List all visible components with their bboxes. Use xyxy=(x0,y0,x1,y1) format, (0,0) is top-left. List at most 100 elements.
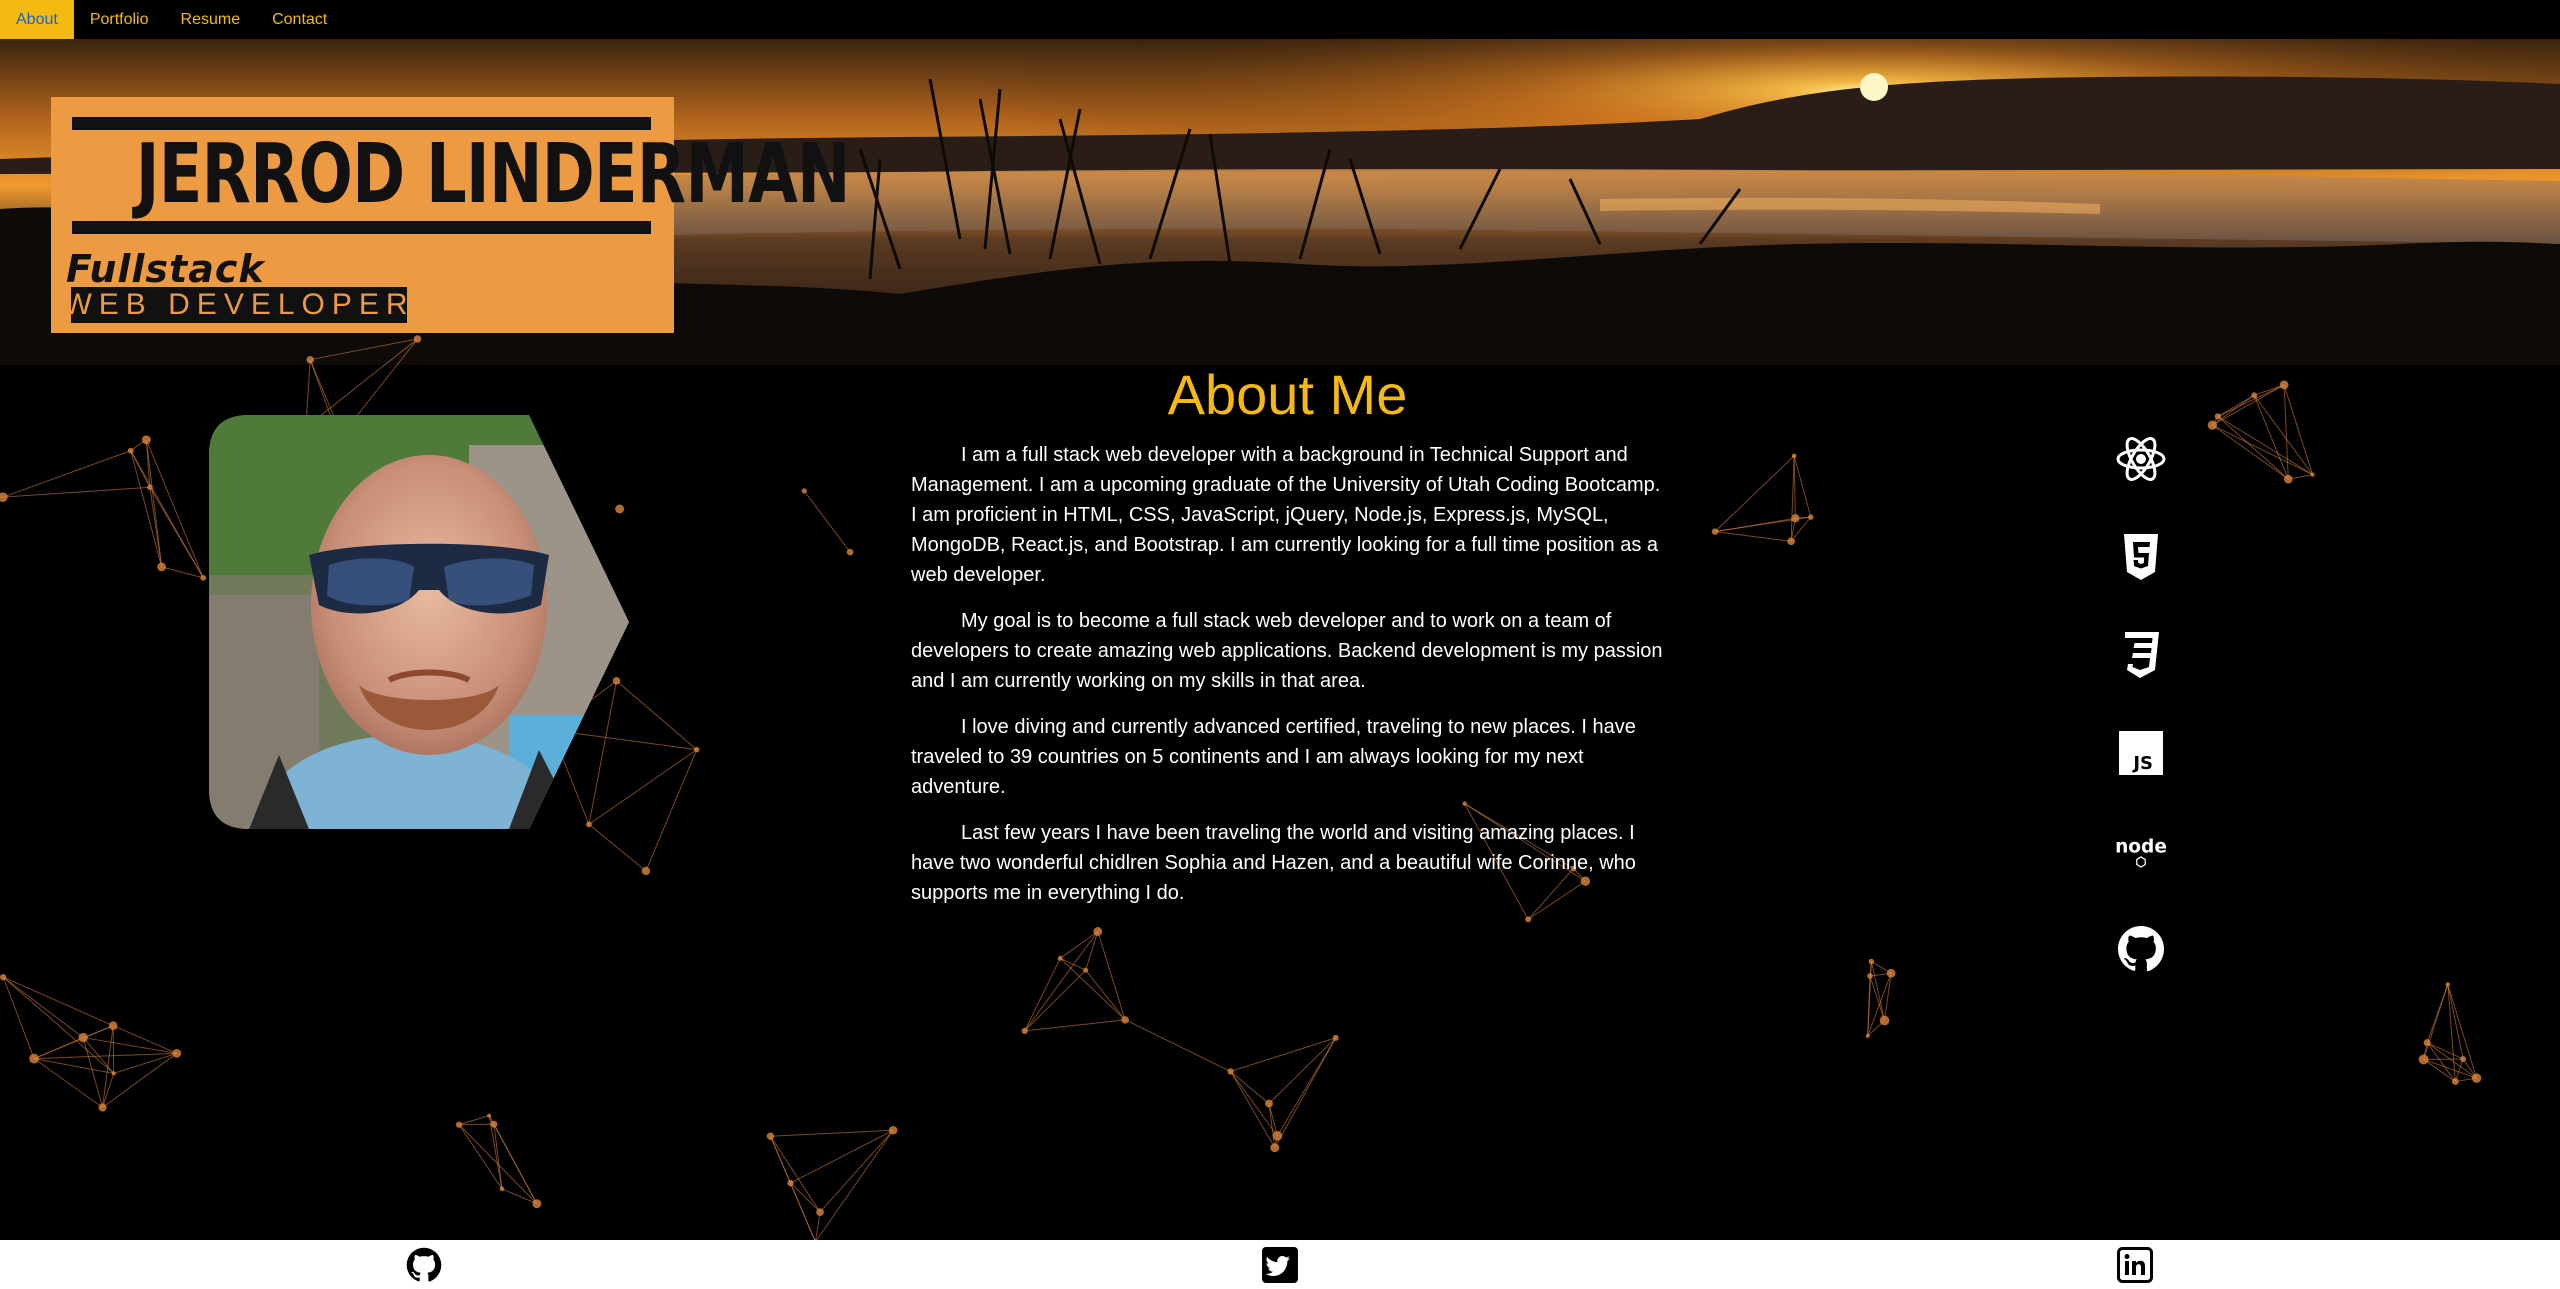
particle-dot xyxy=(846,548,854,556)
particle-link xyxy=(2211,416,2219,426)
particle-link xyxy=(1871,961,1892,974)
particle-link xyxy=(588,823,647,872)
particle-dot xyxy=(78,1032,88,1043)
particle-link xyxy=(1097,931,1126,1020)
particle-dot xyxy=(816,1208,824,1216)
particle-link xyxy=(1124,1019,1231,1072)
particle-dot xyxy=(1808,514,1814,520)
github-icon[interactable] xyxy=(406,1247,442,1283)
particle-dot xyxy=(111,1071,116,1076)
particle-link xyxy=(501,1188,538,1205)
particle-link xyxy=(2,450,131,498)
particle-link xyxy=(2212,424,2289,480)
tech-icons-column: JS node xyxy=(2110,432,2172,1020)
particle-dot xyxy=(1791,514,1800,523)
logo: JERROD LINDERMAN Fullstack WEB DEVELOPER xyxy=(51,97,851,333)
particle-dot xyxy=(1332,1034,1339,1041)
particle-dot xyxy=(1272,1131,1283,1141)
particle-dot xyxy=(2451,1078,2459,1086)
particle-dot xyxy=(532,1199,542,1209)
particle-link xyxy=(770,1135,821,1213)
particle-dot xyxy=(641,866,651,876)
particle-link xyxy=(2212,384,2285,426)
particle-link xyxy=(1024,931,1099,1032)
particle-link xyxy=(2283,384,2289,480)
twitter-icon[interactable] xyxy=(1262,1247,1298,1283)
particle-link xyxy=(2426,1042,2456,1082)
particle-dot xyxy=(455,1121,463,1128)
particle-link xyxy=(83,1037,177,1054)
nav-resume[interactable]: Resume xyxy=(165,0,257,39)
particle-link xyxy=(34,1052,177,1060)
particle-link xyxy=(33,1025,114,1060)
particle-dot xyxy=(2460,1055,2467,1062)
particle-link xyxy=(458,1115,490,1126)
particle-link xyxy=(82,1037,104,1108)
particle-link xyxy=(2,976,114,1027)
particle-dot xyxy=(2214,413,2222,420)
particle-link xyxy=(790,1182,816,1243)
particle-link xyxy=(1867,973,1892,1037)
particle-link xyxy=(1024,1019,1126,1032)
hero-banner: JERROD LINDERMAN Fullstack WEB DEVELOPER xyxy=(0,39,2560,365)
particle-link xyxy=(102,1025,114,1108)
react-icon xyxy=(2114,432,2168,486)
nav-about[interactable]: About xyxy=(0,0,74,39)
particle-link xyxy=(2462,1058,2477,1079)
particle-dot xyxy=(1083,967,1089,973)
particle-link xyxy=(1230,1071,1278,1137)
particle-link xyxy=(645,749,698,872)
particle-dot xyxy=(1057,955,1063,961)
footer xyxy=(0,1240,2560,1289)
particle-dot xyxy=(1270,1143,1280,1153)
particle-link xyxy=(2254,384,2285,396)
particle-dot xyxy=(108,1021,118,1031)
particle-link xyxy=(803,490,851,553)
particle-link xyxy=(82,1025,114,1039)
github-icon xyxy=(2114,922,2168,976)
particle-link xyxy=(1276,1037,1337,1137)
particle-dot xyxy=(2423,1039,2431,1047)
about-paragraph: I am a full stack web developer with a b… xyxy=(911,444,1661,586)
particle-link xyxy=(2447,984,2456,1082)
particle-link xyxy=(2426,1042,2477,1079)
particle-dot xyxy=(487,1113,492,1118)
particle-link xyxy=(819,1129,894,1213)
particle-link xyxy=(2283,384,2314,475)
linkedin-icon[interactable] xyxy=(2117,1247,2153,1283)
profile-photo xyxy=(209,415,629,829)
particle-link xyxy=(130,450,163,568)
particle-link xyxy=(1869,972,1892,977)
particle-link xyxy=(2447,984,2464,1060)
particle-link xyxy=(2217,415,2313,476)
particle-link xyxy=(2,976,35,1059)
particle-dot xyxy=(787,1179,794,1187)
top-navbar: About Portfolio Resume Contact xyxy=(0,0,2560,39)
particle-link xyxy=(1059,931,1099,959)
nav-contact[interactable]: Contact xyxy=(256,0,343,39)
particle-link xyxy=(2423,1042,2428,1060)
nav-portfolio[interactable]: Portfolio xyxy=(74,0,165,39)
particle-link xyxy=(161,566,204,579)
particle-link xyxy=(2,976,115,1074)
particle-link xyxy=(458,1124,538,1205)
particle-dot xyxy=(2251,392,2258,399)
particle-link xyxy=(1714,517,1796,533)
particle-dot xyxy=(157,562,167,572)
particle-link xyxy=(1230,1037,1336,1072)
particle-dot xyxy=(141,435,151,445)
particle-link xyxy=(1274,1037,1337,1148)
particle-link xyxy=(2212,394,2255,426)
particle-link xyxy=(2288,474,2313,480)
particle-link xyxy=(2455,1077,2477,1083)
particle-link xyxy=(1867,1020,1885,1037)
particle-link xyxy=(790,1129,894,1184)
logo-fullstack: Fullstack xyxy=(66,247,265,291)
particle-link xyxy=(2447,984,2478,1079)
particle-link xyxy=(493,1123,538,1204)
particle-link xyxy=(149,487,163,567)
particle-link xyxy=(2,486,150,498)
particle-link xyxy=(2423,1059,2456,1082)
particle-link xyxy=(815,1129,894,1243)
particle-link xyxy=(2423,984,2449,1060)
